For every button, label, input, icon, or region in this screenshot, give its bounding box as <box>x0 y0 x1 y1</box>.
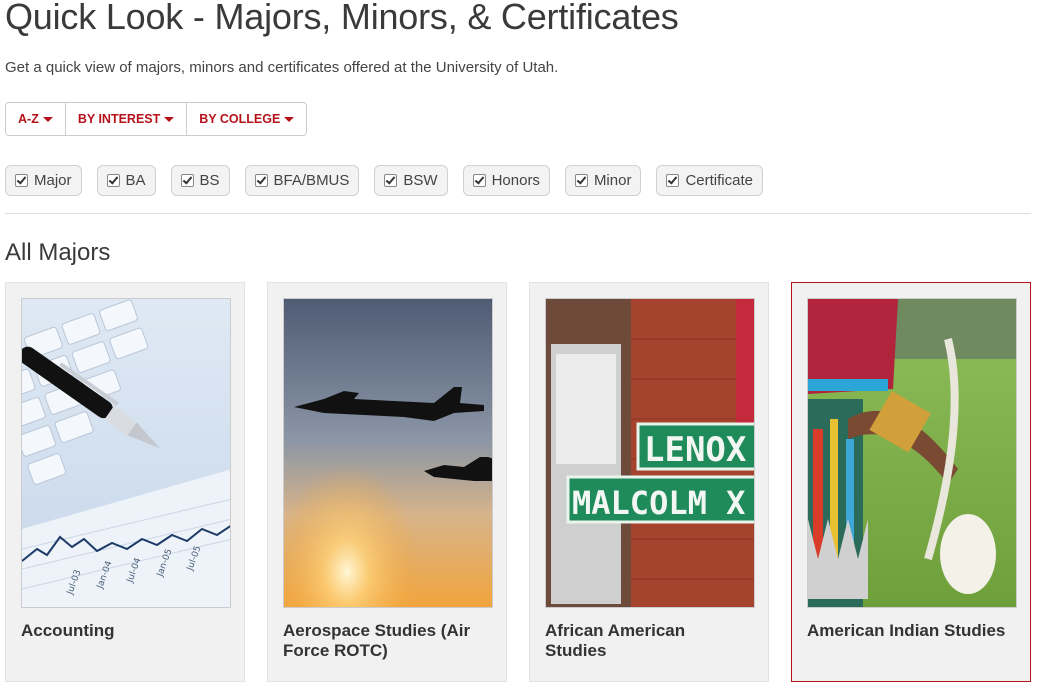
major-card-aerospace-studies[interactable]: Aerospace Studies (Air Force ROTC) <box>267 282 507 682</box>
checkbox-bfa-bmus[interactable]: BFA/BMUS <box>244 165 360 196</box>
az-filter-label: A-Z <box>18 112 39 126</box>
major-card-american-indian-studies[interactable]: American Indian Studies <box>791 282 1031 682</box>
checkbox-minor[interactable]: Minor <box>564 165 642 196</box>
caret-down-icon <box>164 116 175 122</box>
by-college-filter-button[interactable]: BY COLLEGE <box>187 103 306 135</box>
checkbox-bsw[interactable]: BSW <box>374 165 448 196</box>
native-regalia-image <box>807 298 1017 608</box>
checkbox-label: Honors <box>491 172 540 189</box>
checkbox-label: Certificate <box>685 172 753 189</box>
by-interest-filter-label: BY INTEREST <box>77 112 161 126</box>
degree-type-filters: Major BA BS BFA/BMUS BSW Honors Minor Ce… <box>5 165 778 196</box>
page-title: Quick Look - Majors, Minors, & Certifica… <box>5 0 679 37</box>
financial-chart-with-pen-image: Jul-03 Jan-04 Jul-04 Jan-05 Jul-05 <box>21 298 231 608</box>
street-sign-bottom: MALCOLM X BLVD <box>572 484 755 522</box>
street-signs-image: LENOX AV MALCOLM X BLVD <box>545 298 755 608</box>
checkbox-label: BSW <box>403 172 438 189</box>
checkbox-major[interactable]: Major <box>5 165 82 196</box>
page-subtitle: Get a quick view of majors, minors and c… <box>5 59 559 76</box>
major-card-african-american-studies[interactable]: LENOX AV MALCOLM X BLVD African American… <box>529 282 769 682</box>
major-card-accounting[interactable]: Jul-03 Jan-04 Jul-04 Jan-05 Jul-05 Accou… <box>5 282 245 682</box>
checkbox-checked-icon[interactable] <box>574 174 588 187</box>
checkbox-checked-icon[interactable] <box>472 174 486 187</box>
sort-filter-group: A-Z BY INTEREST BY COLLEGE <box>5 102 308 136</box>
checkbox-ba[interactable]: BA <box>96 165 156 196</box>
checkbox-checked-icon[interactable] <box>180 174 194 187</box>
by-interest-filter-button[interactable]: BY INTEREST <box>66 103 188 135</box>
caret-down-icon <box>42 116 53 122</box>
by-college-filter-label: BY COLLEGE <box>199 112 281 126</box>
checkbox-label: BFA/BMUS <box>273 172 350 189</box>
checkbox-checked-icon[interactable] <box>106 174 120 187</box>
checkbox-label: Minor <box>593 172 632 189</box>
az-filter-button[interactable]: A-Z <box>6 103 66 135</box>
section-divider <box>5 213 1031 214</box>
major-name: Aerospace Studies (Air Force ROTC) <box>283 621 471 660</box>
checkbox-checked-icon[interactable] <box>15 174 28 187</box>
street-sign-top: LENOX AV <box>644 430 755 470</box>
checkbox-honors[interactable]: Honors <box>462 165 550 196</box>
checkbox-checked-icon[interactable] <box>666 174 680 187</box>
checkbox-label: BS <box>199 172 220 189</box>
checkbox-certificate[interactable]: Certificate <box>656 165 763 196</box>
major-name: African American Studies <box>545 621 686 660</box>
major-name: American Indian Studies <box>807 621 1006 640</box>
section-title: All Majors <box>5 239 111 266</box>
caret-down-icon <box>284 116 295 122</box>
checkbox-label: Major <box>34 172 72 189</box>
checkbox-checked-icon[interactable] <box>254 174 268 187</box>
checkbox-bs[interactable]: BS <box>170 165 230 196</box>
major-name: Accounting <box>21 621 115 640</box>
checkbox-checked-icon[interactable] <box>384 174 398 187</box>
fighter-jets-sunset-image <box>283 298 493 608</box>
checkbox-label: BA <box>125 172 146 189</box>
